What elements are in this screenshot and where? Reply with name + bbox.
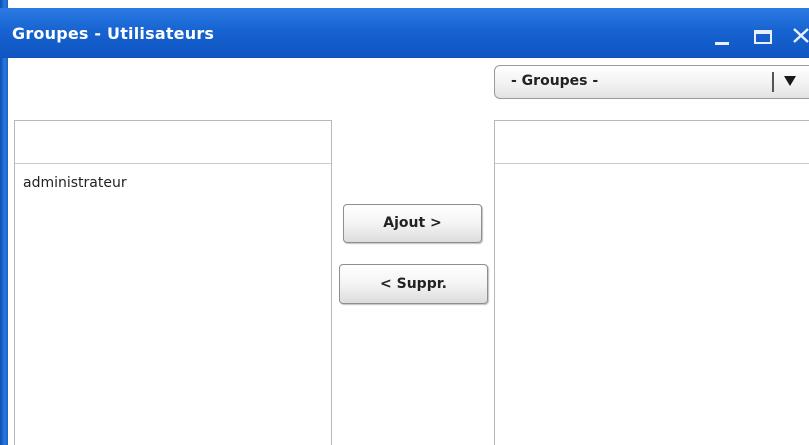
window-title: Groupes - Utilisateurs: [12, 24, 215, 43]
select-divider: [772, 72, 774, 92]
group-select-value: - Groupes -: [511, 73, 599, 89]
maximize-icon[interactable]: [754, 30, 772, 44]
list-item[interactable]: administrateur: [23, 175, 127, 191]
group-select-dropdown[interactable]: - Groupes -: [494, 65, 809, 99]
available-users-list[interactable]: administrateur: [14, 120, 332, 445]
window-left-border: [0, 0, 8, 445]
minimize-icon[interactable]: [714, 26, 730, 45]
window-titlebar[interactable]: Groupes - Utilisateurs: [0, 8, 809, 58]
group-members-list-header: [495, 121, 809, 164]
groups-users-window: Groupes - Utilisateurs - Groupes - admin…: [0, 0, 809, 445]
group-members-list[interactable]: [494, 120, 809, 445]
chevron-down-icon[interactable]: [784, 76, 796, 86]
add-button[interactable]: Ajout >: [343, 204, 482, 243]
close-icon[interactable]: [791, 26, 809, 44]
available-users-list-header: [15, 121, 331, 164]
remove-button[interactable]: < Suppr.: [339, 264, 488, 304]
